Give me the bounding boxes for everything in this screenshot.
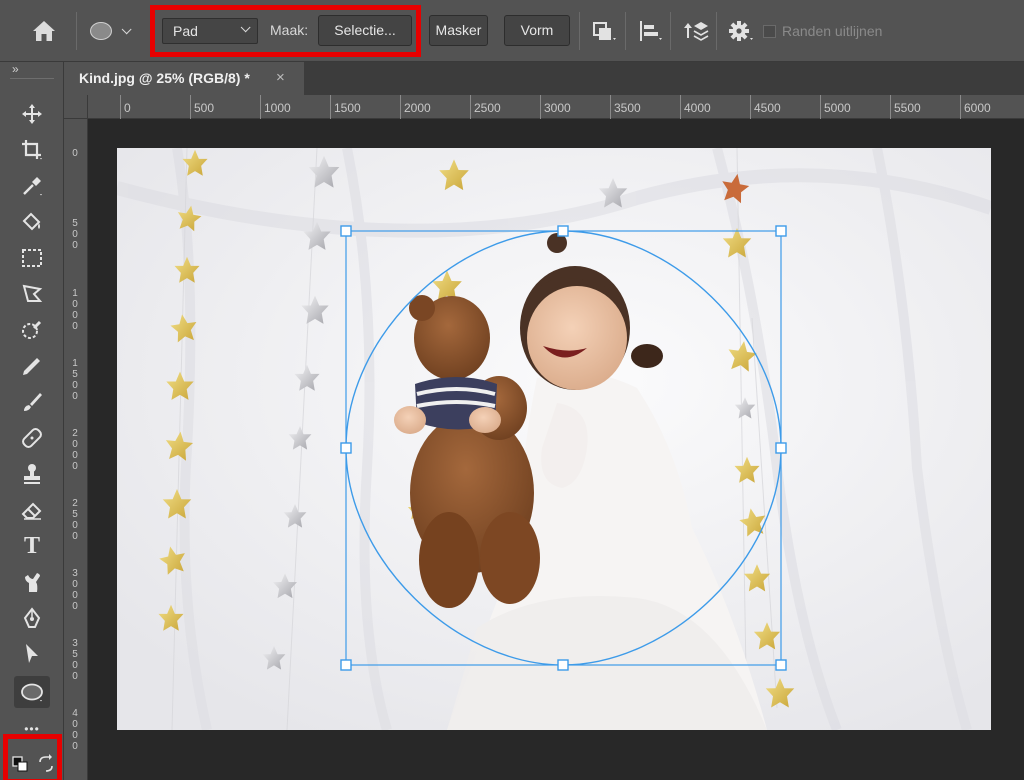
ruler-tick-label: 1500 — [72, 358, 78, 402]
swap-colors-icon[interactable] — [36, 754, 56, 774]
document-tab-title: Kind.jpg @ 25% (RGB/8) * — [79, 70, 250, 86]
ruler-tick-label: 0 — [72, 148, 78, 159]
ruler-tick-label: 1000 — [72, 288, 78, 332]
crop-tool-icon[interactable] — [14, 134, 50, 166]
close-icon[interactable]: × — [276, 69, 285, 86]
path-operations-icon[interactable] — [588, 18, 618, 44]
more-tools-glyph: ••• — [24, 722, 40, 736]
type-tool-glyph: T — [23, 532, 40, 559]
align-edges-checkbox[interactable] — [763, 25, 776, 38]
brush-tool-icon[interactable] — [14, 386, 50, 418]
ruler-corner[interactable] — [64, 95, 88, 119]
ruler-tick-label: 6000 — [960, 95, 991, 119]
ruler-horizontal[interactable]: 0 500 1000 1500 2000 2500 3000 3500 4000 4500 5000… — [88, 95, 1024, 119]
document-tab-bar: Kind.jpg @ 25% (RGB/8) * × — [64, 62, 1024, 95]
ruler-tick-label: 500 — [72, 218, 78, 251]
ruler-tick-label: 5500 — [890, 95, 921, 119]
path-alignment-icon[interactable] — [634, 18, 664, 44]
collapse-panel-icon[interactable]: » — [12, 62, 19, 76]
move-tool-icon[interactable] — [14, 98, 50, 130]
ruler-tick-label: 3500 — [72, 638, 78, 682]
pen-tool-icon[interactable] — [14, 602, 50, 634]
ruler-tick-label: 3000 — [72, 568, 78, 612]
chevron-down-icon — [121, 23, 132, 34]
ruler-tick-label: 2000 — [72, 428, 78, 472]
ruler-tick-label: 0 — [120, 95, 131, 119]
type-tool-icon[interactable]: T — [14, 530, 50, 562]
ruler-tick-label: 2000 — [400, 95, 431, 119]
polygonal-lasso-tool-icon[interactable] — [14, 278, 50, 310]
ruler-tick-label: 500 — [189, 95, 215, 119]
document-tab[interactable]: Kind.jpg @ 25% (RGB/8) * × — [64, 62, 304, 95]
divider — [579, 12, 580, 50]
highlight-box — [150, 5, 421, 57]
ruler-tick-label: 4500 — [750, 95, 781, 119]
ruler-tick-label: 4000 — [680, 95, 711, 119]
ruler-tick-label: 3000 — [540, 95, 571, 119]
gear-icon[interactable] — [726, 18, 756, 44]
vorm-button[interactable]: Vorm — [504, 15, 570, 46]
photo-canvas[interactable] — [117, 148, 991, 730]
ruler-vertical[interactable]: 0 500 1000 1500 2000 2500 3000 3500 4000 — [64, 119, 88, 780]
home-icon[interactable] — [30, 18, 58, 44]
smudge-tool-icon[interactable] — [14, 566, 50, 598]
path-selection-tool-icon[interactable] — [14, 638, 50, 670]
clone-stamp-tool-icon[interactable] — [14, 458, 50, 490]
paint-bucket-tool-icon[interactable] — [14, 206, 50, 238]
divider — [716, 12, 717, 50]
path-arrangement-icon[interactable] — [680, 18, 710, 44]
ruler-tick-label: 1500 — [330, 95, 361, 119]
rectangular-marquee-tool-icon[interactable] — [14, 242, 50, 274]
quick-selection-tool-icon[interactable] — [14, 314, 50, 346]
ellipse-icon — [90, 22, 112, 40]
ruler-tick-label: 1000 — [260, 95, 291, 119]
ruler-tick-label: 5000 — [820, 95, 851, 119]
ruler-tick-label: 2500 — [470, 95, 501, 119]
ellipse-tool-icon[interactable] — [14, 676, 50, 708]
options-bar: Pad Maak: Selectie... Masker Vorm Randen… — [0, 0, 1024, 62]
align-edges-label: Randen uitlijnen — [782, 23, 883, 39]
divider — [76, 12, 77, 50]
eyedropper-tool-icon[interactable] — [14, 170, 50, 202]
ruler-tick-label: 3500 — [610, 95, 641, 119]
more-tools-icon[interactable]: ••• — [14, 718, 50, 740]
default-colors-icon[interactable] — [10, 754, 30, 774]
tools-panel: » T ••• — [0, 62, 64, 780]
masker-button[interactable]: Masker — [429, 15, 488, 46]
shape-picker[interactable] — [90, 18, 142, 44]
pen-pencil-tool-icon[interactable] — [14, 350, 50, 382]
photo-scene — [117, 148, 991, 730]
ruler-tick-label: 2500 — [72, 498, 78, 542]
ruler-tick-label: 4000 — [72, 708, 78, 752]
healing-brush-tool-icon[interactable] — [14, 422, 50, 454]
panel-grip[interactable] — [10, 78, 54, 80]
eraser-tool-icon[interactable] — [14, 494, 50, 526]
divider — [670, 12, 671, 50]
divider — [625, 12, 626, 50]
